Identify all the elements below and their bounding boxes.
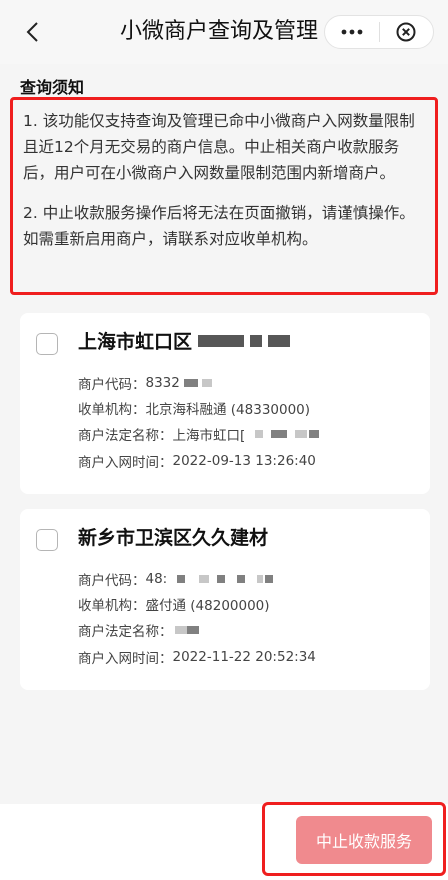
notice-box: 1. 该功能仅支持查询及管理已命中小微商户入网数量限制且近12个月无交易的商户信…: [10, 97, 438, 295]
notice-heading: 查询须知: [20, 78, 85, 97]
merchant-code-value: 48:: [145, 571, 168, 587]
merchant-name: 上海市虹口区: [78, 331, 193, 353]
merchant-card[interactable]: 新乡市卫滨区久久建材 商户代码： 48: 收单机构： 盛付通 (48200000…: [20, 509, 430, 690]
redacted-block: [180, 375, 212, 391]
stop-payment-service-button[interactable]: 中止收款服务: [296, 816, 432, 864]
more-dots-icon: [341, 29, 363, 35]
redacted-block: [198, 330, 291, 352]
join-time-row: 商户入网时间： 2022-09-13 13:26:40: [78, 451, 316, 471]
merchant-checkbox[interactable]: [36, 529, 58, 551]
merchant-code-row: 商户代码： 48:: [78, 569, 274, 589]
merchant-code-label: 商户代码：: [78, 377, 146, 393]
more-button[interactable]: [325, 16, 379, 48]
merchant-name-row: 上海市虹口区: [78, 327, 291, 354]
legal-name-value: 上海市虹口[: [172, 428, 246, 444]
merchant-checkbox[interactable]: [36, 333, 58, 355]
legal-name-row: 商户法定名称：: [78, 620, 199, 640]
acquirer-row: 收单机构： 北京海科融通 (48330000): [78, 398, 310, 418]
back-button[interactable]: [14, 14, 50, 50]
acquirer-label: 收单机构：: [78, 402, 146, 418]
join-time-value: 2022-09-13 13:26:40: [172, 453, 316, 469]
redacted-block: [245, 426, 320, 442]
notice-item: 2. 中止收款服务操作后将无法在页面撤销，请谨慎操作。如需重新启用商户，请联系对…: [23, 204, 415, 248]
close-circle-icon: [396, 22, 416, 42]
merchant-name-row: 新乡市卫滨区久久建材: [78, 523, 268, 550]
acquirer-label: 收单机构：: [78, 598, 146, 614]
join-time-row: 商户入网时间： 2022-11-22 20:52:34: [78, 647, 316, 667]
merchant-card[interactable]: 上海市虹口区 商户代码： 8332 收单机构： 北京海科融通 (48330000…: [20, 313, 430, 494]
chevron-left-icon: [26, 22, 38, 42]
close-button[interactable]: [380, 16, 434, 48]
acquirer-value: 北京海科融通 (48330000): [145, 402, 311, 418]
acquirer-value: 盛付通 (48200000): [145, 598, 270, 614]
merchant-code-row: 商户代码： 8332: [78, 373, 212, 393]
legal-name-label: 商户法定名称：: [78, 624, 173, 640]
merchant-name: 新乡市卫滨区久久建材: [78, 527, 269, 549]
notice-item: 1. 该功能仅支持查询及管理已命中小微商户入网数量限制且近12个月无交易的商户信…: [23, 112, 415, 182]
merchant-code-label: 商户代码：: [78, 573, 146, 589]
join-time-value: 2022-11-22 20:52:34: [172, 649, 316, 665]
redacted-block: [173, 622, 199, 638]
redacted-block: [167, 571, 274, 587]
acquirer-row: 收单机构： 盛付通 (48200000): [78, 594, 270, 614]
join-time-label: 商户入网时间：: [78, 651, 173, 667]
legal-name-row: 商户法定名称： 上海市虹口[: [78, 424, 320, 444]
merchant-code-value: 8332: [145, 375, 180, 391]
page-title: 小微商户查询及管理: [120, 19, 319, 44]
join-time-label: 商户入网时间：: [78, 455, 173, 471]
mini-program-capsule: [324, 15, 434, 49]
legal-name-label: 商户法定名称：: [78, 428, 173, 444]
navigation-bar: 小微商户查询及管理: [0, 0, 448, 64]
